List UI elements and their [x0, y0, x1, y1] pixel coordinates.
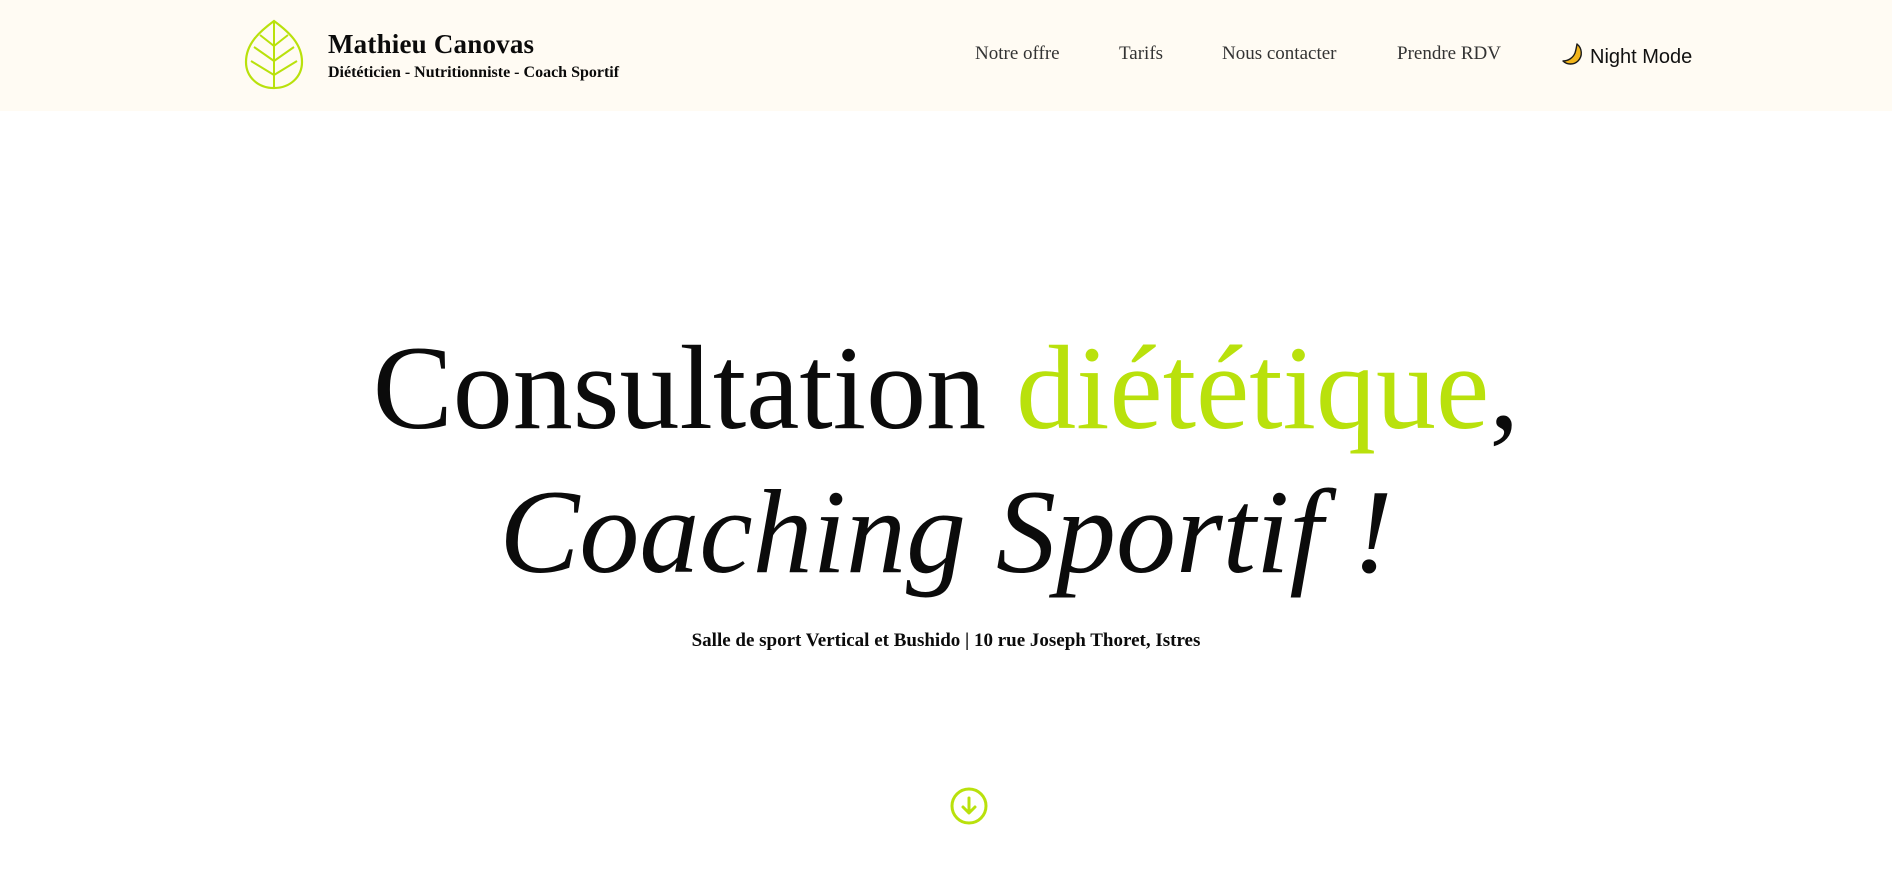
address-line: Salle de sport Vertical et Bushido | 10 … [691, 630, 1201, 651]
night-mode-toggle[interactable]: Night Mode [1560, 42, 1692, 72]
night-mode-label: Night Mode [1590, 45, 1693, 68]
nav-link-tarifs[interactable]: Tarifs [1119, 43, 1163, 65]
hero-title-comma: , [1489, 321, 1520, 454]
hero-title: Consultation diététique, [0, 318, 1892, 458]
moon-icon [1560, 42, 1590, 72]
arrow-down-circle-icon [950, 787, 988, 829]
hero-title-part1: Consultation [372, 321, 1017, 454]
nav-link-prendre-rdv[interactable]: Prendre RDV [1397, 43, 1501, 65]
hero-subtitle: Coaching Sportif ! [499, 465, 1393, 598]
hero-title-accent: diététique [1016, 321, 1490, 454]
nav-link-notre-offre[interactable]: Notre offre [975, 43, 1060, 65]
site-header: Mathieu Canovas Diététicien - Nutritionn… [0, 0, 1892, 111]
scroll-down-button[interactable] [950, 787, 988, 829]
nav-link-nous-contacter[interactable]: Nous contacter [1222, 43, 1336, 65]
